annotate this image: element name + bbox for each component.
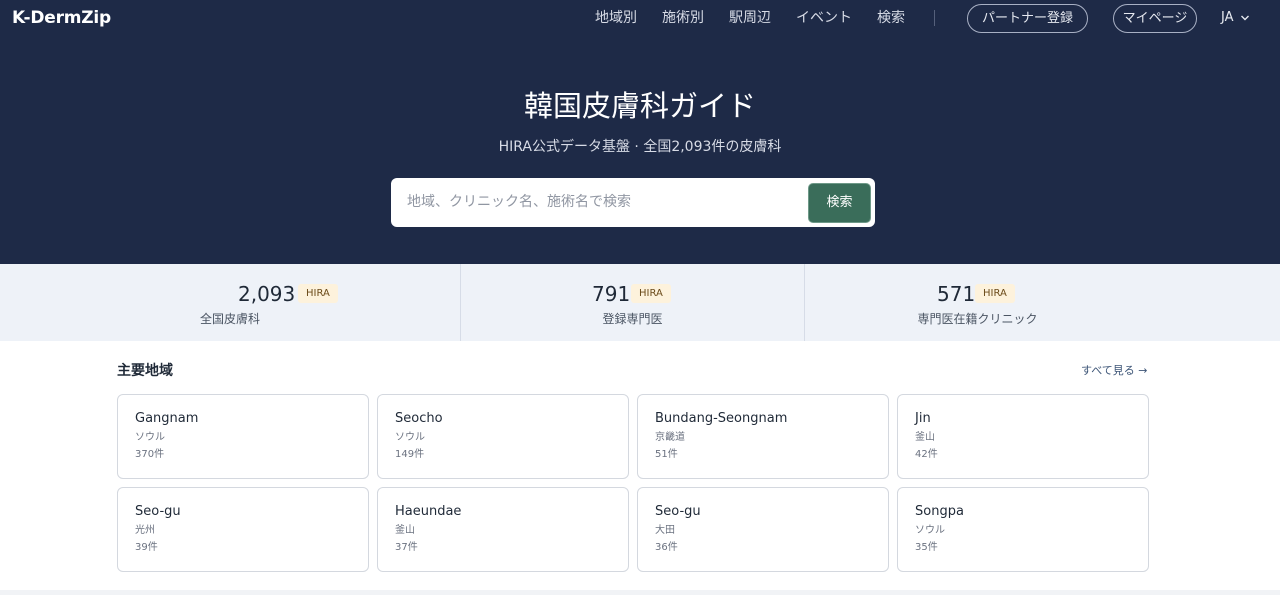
- region-card[interactable]: Gangnam ソウル 370件: [117, 394, 369, 479]
- nav-item-station[interactable]: 駅周辺: [729, 8, 771, 28]
- region-count: 36件: [655, 542, 678, 553]
- region-city: 京畿道: [655, 432, 685, 443]
- region-card[interactable]: Bundang-Seongnam 京畿道 51件: [637, 394, 889, 479]
- nav-item-event[interactable]: イベント: [796, 8, 852, 28]
- region-name: Seo-gu: [135, 504, 181, 519]
- region-count: 370件: [135, 449, 165, 460]
- partner-register-button[interactable]: パートナー登録: [967, 4, 1088, 33]
- hira-badge: HIRA: [975, 284, 1015, 303]
- region-count: 39件: [135, 542, 158, 553]
- hira-badge: HIRA: [631, 284, 671, 303]
- stat-label: 専門医在籍クリニック: [917, 312, 1038, 326]
- region-count: 37件: [395, 542, 418, 553]
- region-name: Seocho: [395, 411, 443, 426]
- hira-badge: HIRA: [298, 284, 338, 303]
- stat-value: 791: [592, 282, 631, 306]
- search-box: [391, 178, 875, 227]
- region-name: Gangnam: [135, 411, 199, 426]
- site-logo[interactable]: K-DermZip: [12, 8, 111, 28]
- region-card[interactable]: Seo-gu 光州 39件: [117, 487, 369, 572]
- region-name: Jin: [915, 411, 931, 426]
- region-city: 釜山: [395, 525, 415, 536]
- nav-item-search[interactable]: 検索: [877, 8, 905, 28]
- hero-section: K-DermZip 地域別 施術別 駅周辺 イベント 検索 パートナー登録 マイ…: [0, 0, 1280, 264]
- region-name: Haeundae: [395, 504, 462, 519]
- stat-value: 2,093: [238, 282, 296, 306]
- page-subtitle: HIRA公式データ基盤 · 全国2,093件の皮膚科: [498, 139, 782, 155]
- footer-divider: [0, 590, 1280, 595]
- region-card[interactable]: Seocho ソウル 149件: [377, 394, 629, 479]
- mypage-button[interactable]: マイページ: [1113, 4, 1197, 33]
- region-card[interactable]: Jin 釜山 42件: [897, 394, 1149, 479]
- region-count: 42件: [915, 449, 938, 460]
- language-selector[interactable]: JA: [1221, 9, 1250, 27]
- chevron-down-icon: [1240, 15, 1249, 21]
- region-card[interactable]: Seo-gu 大田 36件: [637, 487, 889, 572]
- regions-section-title: 主要地域: [117, 363, 173, 379]
- search-input[interactable]: [407, 190, 787, 214]
- region-name: Seo-gu: [655, 504, 701, 519]
- page-title: 韓国皮膚科ガイド: [523, 89, 756, 123]
- region-count: 51件: [655, 449, 678, 460]
- nav-item-region[interactable]: 地域別: [595, 8, 637, 28]
- stat-specialist-clinics: 571 HIRA 専門医在籍クリニック: [805, 264, 1150, 341]
- region-grid: Gangnam ソウル 370件 Seocho ソウル 149件 Bundang…: [117, 394, 1149, 572]
- stat-value: 571: [937, 282, 976, 306]
- region-city: ソウル: [135, 432, 165, 443]
- nav-divider: [934, 10, 935, 26]
- main-nav: 地域別 施術別 駅周辺 イベント 検索: [595, 8, 930, 28]
- region-city: ソウル: [915, 525, 945, 536]
- stat-label: 登録専門医: [602, 312, 663, 326]
- nav-item-treatment[interactable]: 施術別: [662, 8, 704, 28]
- region-count: 149件: [395, 449, 425, 460]
- region-card[interactable]: Songpa ソウル 35件: [897, 487, 1149, 572]
- stat-specialists: 791 HIRA 登録専門医: [461, 264, 804, 341]
- stat-clinics: 2,093 HIRA 全国皮膚科: [0, 264, 460, 341]
- see-all-link[interactable]: すべて見る →: [1081, 364, 1148, 378]
- region-city: 大田: [655, 525, 675, 536]
- stat-label: 全国皮膚科: [199, 312, 260, 326]
- region-city: 釜山: [915, 432, 935, 443]
- stats-bar: 2,093 HIRA 全国皮膚科 791 HIRA 登録専門医 571 HIRA…: [0, 264, 1280, 341]
- region-card[interactable]: Haeundae 釜山 37件: [377, 487, 629, 572]
- region-city: 光州: [135, 525, 155, 536]
- region-name: Bundang-Seongnam: [655, 411, 788, 426]
- region-city: ソウル: [395, 432, 425, 443]
- region-count: 35件: [915, 542, 938, 553]
- language-label: JA: [1221, 10, 1234, 25]
- region-name: Songpa: [915, 504, 964, 519]
- search-button[interactable]: 検索: [808, 183, 871, 223]
